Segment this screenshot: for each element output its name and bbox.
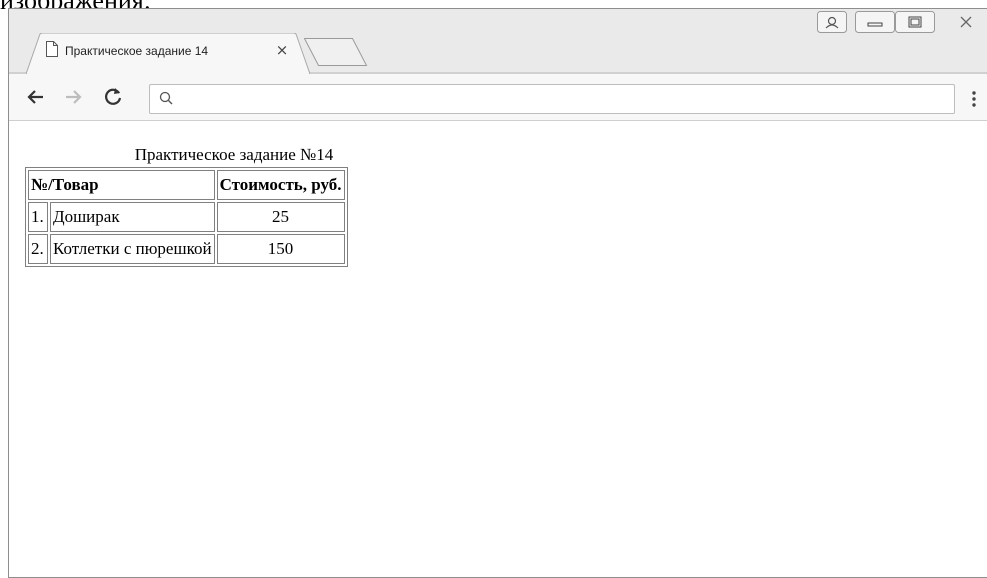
table-row: 1. Доширак 25 [28, 202, 345, 232]
title-bar: Практическое задание 14 × [9, 9, 987, 75]
price-table: №/Товар Стоимость, руб. 1. Доширак 25 2.… [25, 167, 348, 267]
search-icon [159, 91, 173, 105]
back-arrow-icon[interactable] [23, 83, 51, 111]
address-input[interactable] [183, 89, 943, 109]
document-icon [46, 41, 58, 57]
close-window-button[interactable] [939, 11, 987, 33]
item-price: 150 [216, 234, 345, 264]
table-row: 2. Котлетки с пюрешкой 150 [28, 234, 345, 264]
new-tab-button[interactable] [304, 37, 376, 67]
table-header-row: №/Товар Стоимость, руб. [28, 170, 345, 200]
user-profile-icon[interactable] [817, 11, 847, 33]
kebab-menu-icon[interactable] [959, 85, 987, 113]
browser-window: Практическое задание 14 × Практическое з… [8, 8, 987, 578]
tab-close-button[interactable]: × [273, 41, 291, 59]
tab-title: Практическое задание 14 [65, 44, 209, 58]
reload-icon[interactable] [99, 83, 127, 111]
item-name: Котлетки с пюрешкой [50, 234, 215, 264]
row-number: 1. [28, 202, 48, 232]
maximize-button[interactable] [895, 11, 935, 33]
page-caption: Практическое задание №14 [134, 145, 334, 164]
item-name: Доширак [50, 202, 215, 232]
item-price: 25 [216, 202, 345, 232]
header-item: №/Товар [28, 170, 215, 200]
header-price: Стоимость, руб. [216, 170, 345, 200]
page-content: Практическое задание №14 №/Товар Стоимос… [9, 121, 987, 577]
row-number: 2. [28, 234, 48, 264]
forward-arrow-icon[interactable] [59, 83, 87, 111]
minimize-button[interactable] [855, 11, 895, 33]
